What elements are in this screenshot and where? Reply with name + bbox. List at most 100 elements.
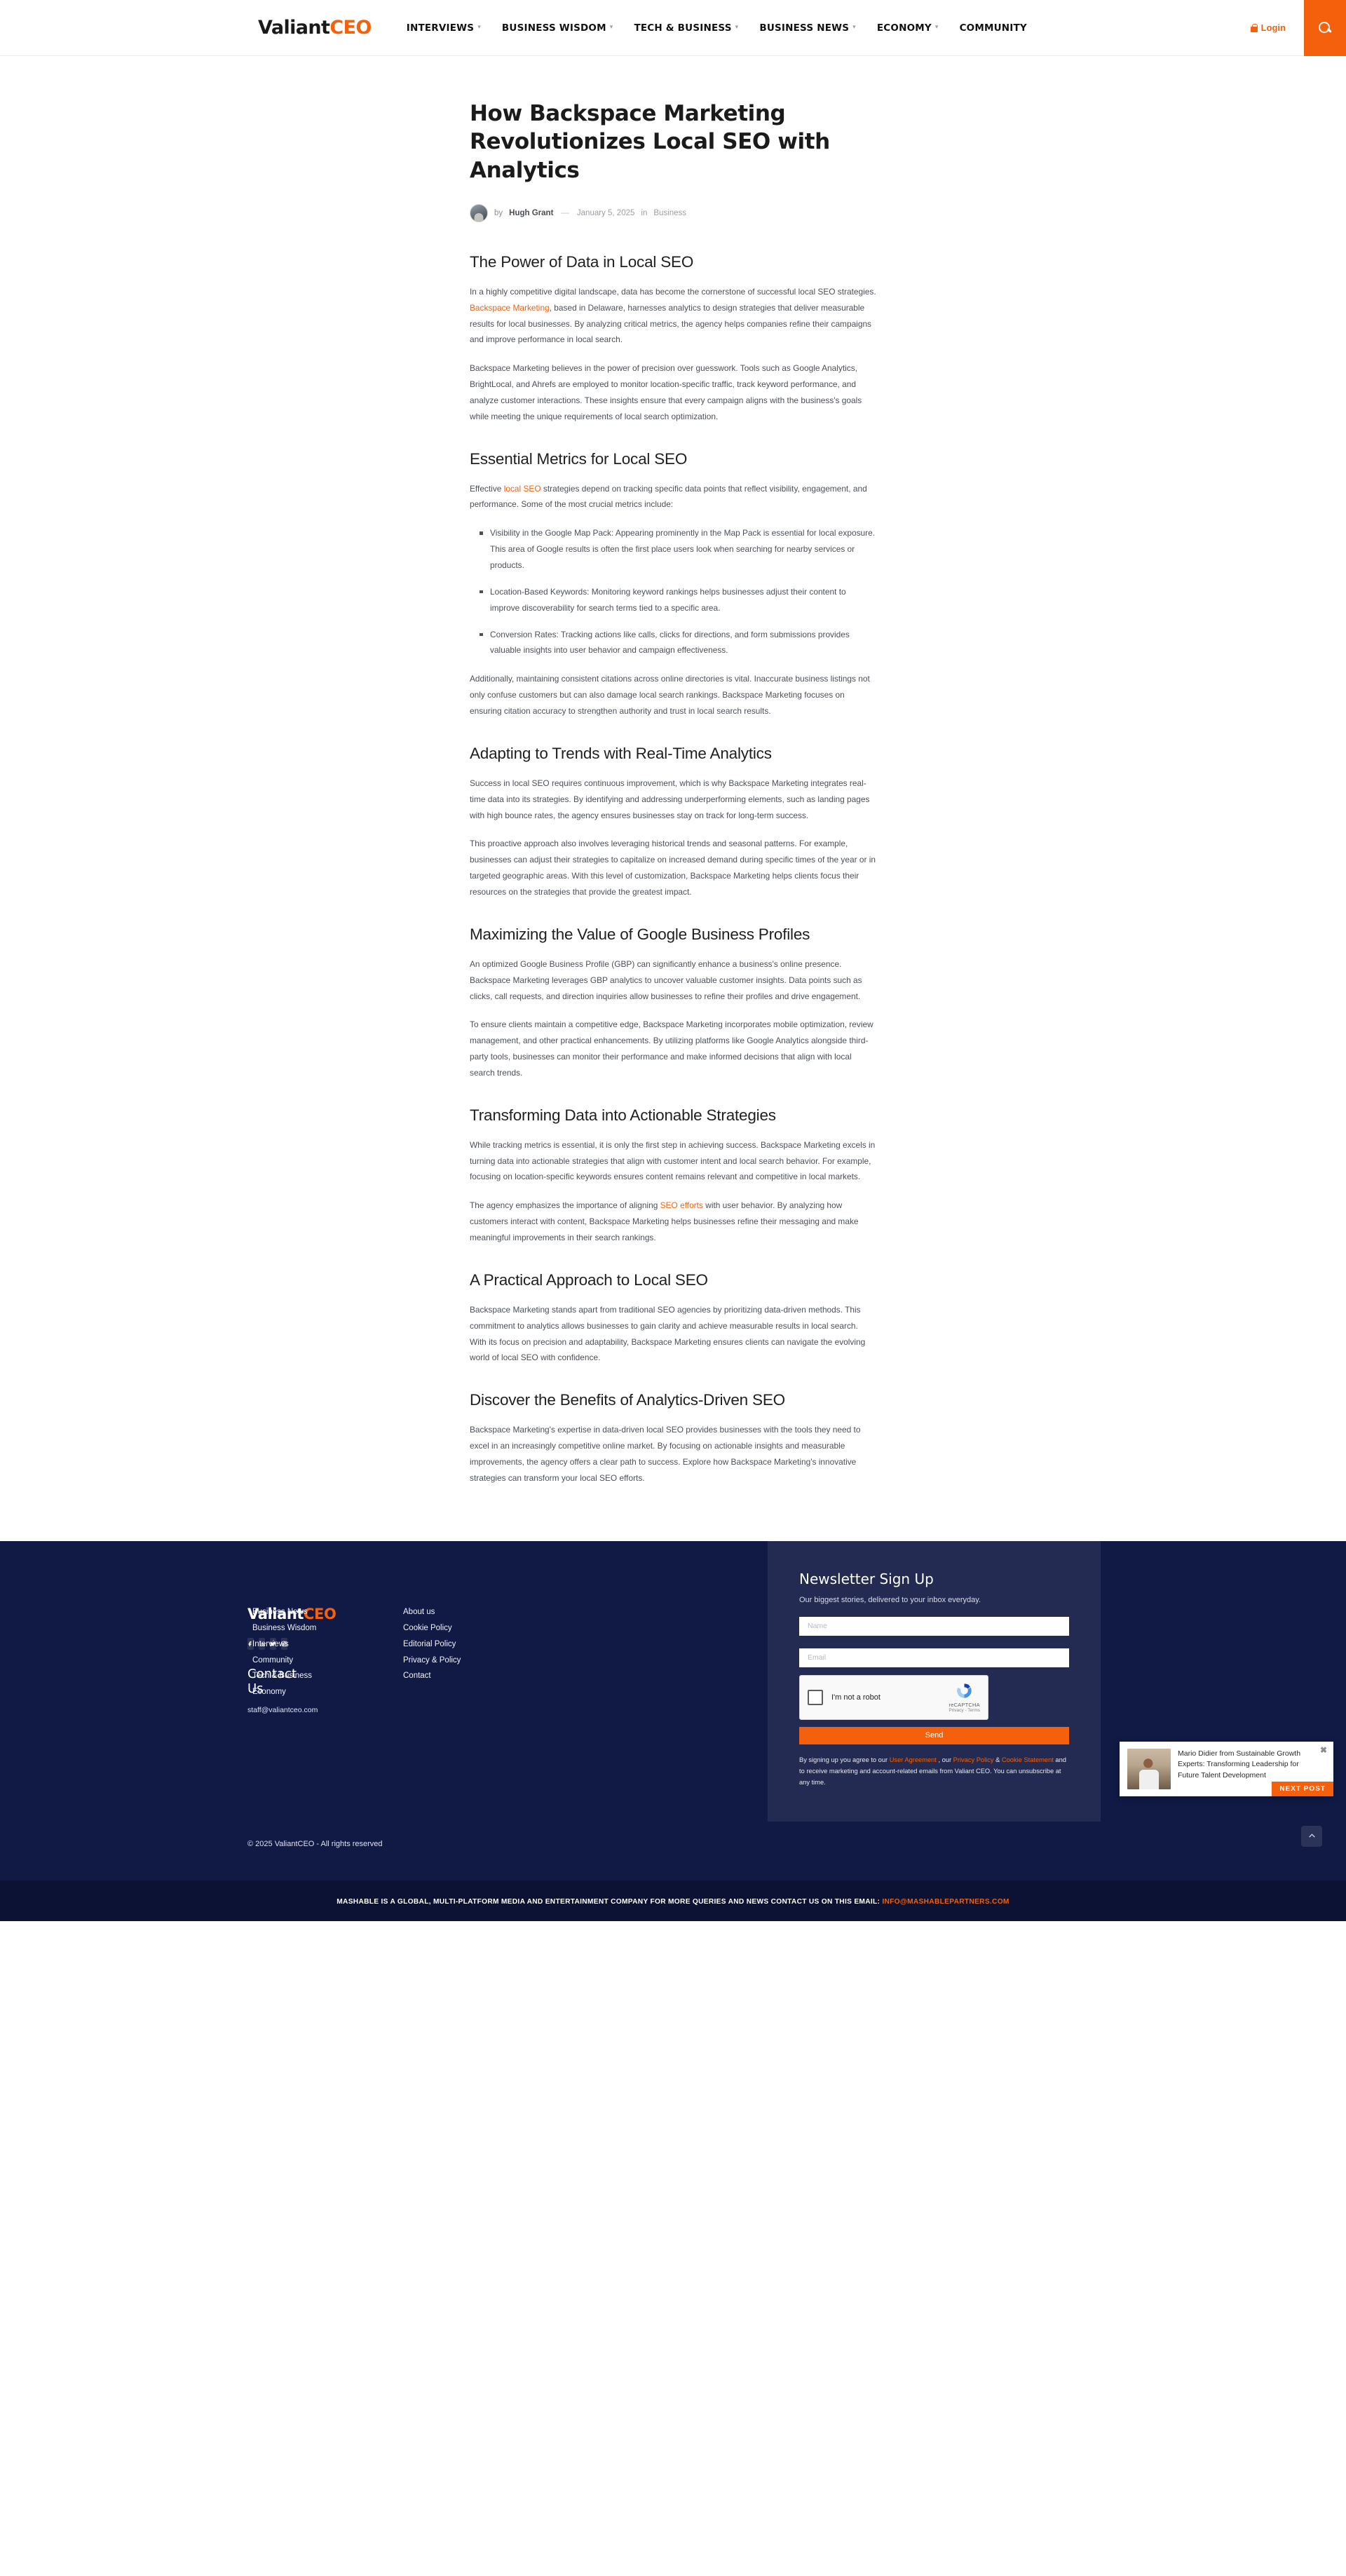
article: How Backspace Marketing Revolutionizes L… (470, 56, 876, 1486)
footer-link-editorial-policy[interactable]: Editorial Policy (403, 1638, 533, 1651)
footer-link-business-news[interactable]: Business News (252, 1606, 403, 1619)
nav-item-community[interactable]: COMMUNITY (960, 22, 1027, 34)
footer-link-about-us[interactable]: About us (403, 1606, 533, 1619)
chevron-down-icon: ▾ (609, 24, 613, 31)
nav-item-business-wisdom[interactable]: BUSINESS WISDOM ▾ (502, 22, 613, 34)
footer-link-community[interactable]: Community (252, 1654, 403, 1667)
byline-in: in (641, 208, 648, 217)
paragraph: Backspace Marketing stands apart from tr… (470, 1304, 866, 1363)
paragraph: In a highly competitive digital landscap… (470, 286, 876, 345)
footer-link-cookie-policy[interactable]: Cookie Policy (403, 1622, 533, 1635)
paragraph: An optimized Google Business Profile (GB… (470, 958, 862, 1001)
paragraph: Backspace Marketing believes in the powe… (470, 363, 862, 421)
chevron-up-icon (1308, 1833, 1315, 1838)
next-post-button[interactable]: NEXT POST (1272, 1781, 1333, 1796)
nav-label: BUSINESS WISDOM (501, 22, 606, 34)
paragraph: Backspace Marketing's expertise in data-… (470, 1425, 861, 1483)
paragraph: Success in local SEO requires continuous… (470, 778, 870, 820)
bottom-bar-text: MASHABLE IS A GLOBAL, MULTI-PLATFORM MED… (336, 1897, 883, 1906)
section-heading-power-of-data: The Power of Data in Local SEO (470, 252, 694, 271)
recaptcha-checkbox[interactable] (808, 1689, 823, 1705)
contact-heading: Contact Us (247, 1666, 297, 1696)
byline-author[interactable]: Hugh Grant (509, 209, 553, 217)
newsletter-panel: Newsletter Sign Up Our biggest stories, … (768, 1540, 1101, 1822)
nav-label: COMMUNITY (959, 22, 1027, 34)
footer-link-interviews[interactable]: Interviews (252, 1638, 403, 1651)
section-heading-adapting-to-trends: Adapting to Trends with Real-Time Analyt… (470, 744, 772, 762)
byline-date: January 5, 2025 (576, 208, 635, 217)
link-user-agreement[interactable]: User Agreement (890, 1756, 937, 1763)
chevron-down-icon: ▾ (852, 24, 856, 31)
footer-logo[interactable]: ValiantCEO (247, 1606, 336, 1622)
nav-item-tech-business[interactable]: TECH & BUSINESS ▾ (634, 22, 738, 34)
list-item: Location-Based Keywords: Monitoring keyw… (480, 584, 876, 616)
paragraph: To ensure clients maintain a competitive… (470, 1019, 873, 1078)
section-heading-actionable-strategies: Transforming Data into Actionable Strate… (470, 1106, 776, 1124)
section-heading-practical-approach: A Practical Approach to Local SEO (470, 1270, 708, 1289)
recaptcha-brand-name: reCAPTCHA (949, 1702, 980, 1709)
nav-label: TECH & BUSINESS (634, 22, 732, 34)
list-item: Conversion Rates: Tracking actions like … (480, 627, 876, 659)
recaptcha-widget[interactable]: I'm not a robot reCAPTCHA Privacy - Term… (799, 1674, 988, 1720)
footer-link-privacy-policy[interactable]: Privacy & Policy (403, 1654, 533, 1667)
next-post-title[interactable]: Mario Didier from Sustainable Growth Exp… (1178, 1749, 1321, 1782)
logo-text-accent: CEO (329, 17, 372, 39)
link-privacy-policy[interactable]: Privacy Policy (953, 1756, 994, 1763)
page-body: How Backspace Marketing Revolutionizes L… (0, 56, 1346, 1541)
site-footer: ValiantCEO Contact Us staff@valiantceo.c… (0, 1540, 1346, 1880)
nav-item-interviews[interactable]: INTERVIEWS ▾ (407, 22, 481, 34)
nav-item-business-news[interactable]: BUSINESS NEWS ▾ (759, 22, 856, 34)
site-header: ValiantCEO INTERVIEWS ▾ BUSINESS WISDOM … (0, 0, 1346, 56)
footer-link-economy[interactable]: Economy (252, 1686, 403, 1699)
paragraph: Effective local SEO strategies depend on… (470, 483, 867, 510)
bottom-bar: MASHABLE IS A GLOBAL, MULTI-PLATFORM MED… (0, 1880, 1346, 1921)
paragraph: Additionally, maintaining consistent cit… (470, 674, 870, 717)
nav-label: BUSINESS NEWS (759, 22, 850, 34)
next-post-popup[interactable]: Mario Didier from Sustainable Growth Exp… (1120, 1741, 1333, 1796)
fine-print-part-1: By signing up you agree to our (799, 1756, 890, 1763)
login-button[interactable]: Login (1250, 22, 1304, 33)
bottom-bar-email[interactable]: INFO@MASHABLEPARTNERS.COM (882, 1898, 1009, 1906)
footer-link-contact[interactable]: Contact (403, 1669, 533, 1683)
byline-dash: — (561, 208, 569, 217)
avatar (470, 203, 488, 222)
link-seo-efforts[interactable]: SEO efforts (660, 1200, 703, 1210)
newsletter-title: Newsletter Sign Up (799, 1570, 934, 1587)
footer-link-business-wisdom[interactable]: Business Wisdom (252, 1622, 403, 1635)
chevron-down-icon: ▾ (477, 24, 481, 31)
footer-links-categories: Business News Business Wisdom Interviews… (252, 1606, 403, 1822)
section-heading-google-business-profiles: Maximizing the Value of Google Business … (470, 925, 810, 943)
newsletter-fine-print: By signing up you agree to our User Agre… (799, 1754, 1069, 1789)
social-links (247, 1637, 287, 1650)
newsletter-email-input[interactable] (799, 1648, 1069, 1667)
close-icon[interactable]: ✖ (1320, 1746, 1327, 1754)
paragraph: This proactive approach also involves le… (470, 839, 876, 897)
newsletter-name-input[interactable] (799, 1616, 1069, 1636)
section-heading-discover-benefits: Discover the Benefits of Analytics-Drive… (470, 1391, 785, 1409)
site-logo[interactable]: ValiantCEO (258, 17, 372, 39)
byline-category[interactable]: Business (653, 209, 686, 217)
fine-print-part-2: , our (936, 1756, 953, 1763)
link-local-seo[interactable]: local SEO (504, 484, 541, 494)
link-cookie-statement[interactable]: Cookie Statement (1002, 1756, 1054, 1763)
byline-by: by (494, 208, 503, 217)
paragraph: While tracking metrics is essential, it … (470, 1139, 876, 1182)
chevron-down-icon: ▾ (735, 24, 739, 31)
search-button[interactable] (1304, 0, 1346, 56)
footer-link-tech-business[interactable]: Tech & Business (252, 1669, 403, 1683)
recaptcha-branding: reCAPTCHA Privacy - Terms (949, 1681, 980, 1713)
recaptcha-terms[interactable]: Privacy - Terms (949, 1708, 980, 1713)
nav-item-economy[interactable]: ECONOMY ▾ (877, 22, 939, 34)
newsletter-subtitle: Our biggest stories, delivered to your i… (799, 1595, 981, 1604)
link-backspace-marketing[interactable]: Backspace Marketing (470, 303, 550, 313)
recaptcha-label: I'm not a robot (831, 1693, 881, 1702)
newsletter-send-button[interactable]: Send (799, 1726, 1069, 1744)
scroll-to-top-button[interactable] (1301, 1825, 1322, 1847)
recaptcha-icon (955, 1681, 974, 1700)
paragraph: The agency emphasizes the importance of … (470, 1200, 859, 1243)
fine-print-part-3: & (993, 1756, 1002, 1763)
page-title: How Backspace Marketing Revolutionizes L… (470, 101, 830, 183)
contact-email[interactable]: staff@valiantceo.com (247, 1706, 318, 1714)
metrics-list: Visibility in the Google Map Pack: Appea… (470, 525, 876, 658)
lock-icon (1250, 23, 1258, 32)
